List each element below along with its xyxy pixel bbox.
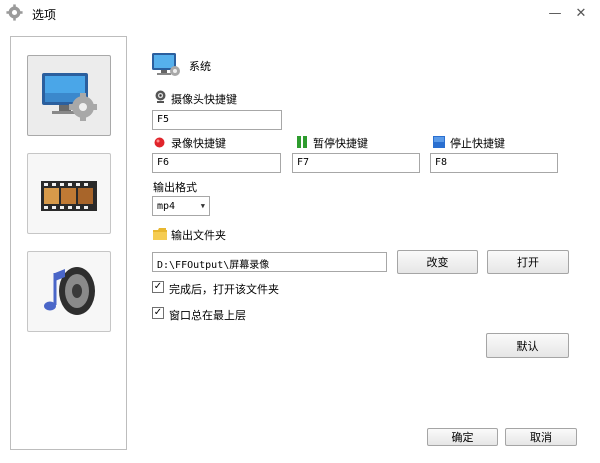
category-sidebar <box>10 36 127 450</box>
sidebar-item-audio[interactable] <box>27 251 111 332</box>
window-title: 选项 <box>32 8 57 22</box>
pause-hotkey-input[interactable]: F7 <box>292 153 420 173</box>
system-settings-icon <box>42 72 97 121</box>
open-after-label: 完成后，打开该文件夹 <box>169 283 279 296</box>
camera-hotkey-label: 摄像头快捷键 <box>171 93 237 106</box>
chevron-down-icon: ▼ <box>200 202 205 210</box>
default-button[interactable]: 默认 <box>486 333 569 358</box>
record-hotkey-label: 录像快捷键 <box>171 137 226 150</box>
sidebar-item-video[interactable] <box>27 153 111 234</box>
title-bar: 选项 — ✕ <box>0 0 600 26</box>
record-hotkey-input[interactable]: F6 <box>152 153 281 173</box>
cancel-button[interactable]: 取消 <box>505 428 577 446</box>
open-folder-button[interactable]: 打开 <box>487 250 569 274</box>
stop-square-icon <box>433 136 445 148</box>
output-format-select[interactable]: mp4 ▼ <box>152 196 210 216</box>
folder-icon <box>153 228 167 240</box>
monitor-icon <box>152 53 180 76</box>
speaker-music-icon <box>44 266 95 315</box>
pause-icon <box>297 136 307 148</box>
pause-hotkey-label: 暂停快捷键 <box>313 137 368 150</box>
always-on-top-label: 窗口总在最上层 <box>169 309 246 322</box>
webcam-icon <box>155 90 166 103</box>
camera-hotkey-input[interactable]: F5 <box>152 110 282 130</box>
stop-hotkey-label: 停止快捷键 <box>450 137 505 150</box>
ok-button[interactable]: 确定 <box>427 428 498 446</box>
record-dot-icon <box>154 137 165 148</box>
check-mark-icon: ✓ <box>153 307 163 318</box>
open-after-checkbox[interactable]: ✓ <box>152 281 164 293</box>
stop-hotkey-input[interactable]: F8 <box>430 153 558 173</box>
output-folder-path-input[interactable]: D:\FFOutput\屏幕录像 <box>152 252 387 272</box>
output-folder-label: 输出文件夹 <box>171 229 226 242</box>
close-icon: ✕ <box>575 5 587 21</box>
minimize-icon: — <box>548 5 562 21</box>
film-reel-icon <box>41 180 97 211</box>
section-title: 系统 <box>189 60 211 73</box>
output-format-label: 输出格式 <box>153 181 197 194</box>
always-on-top-checkbox[interactable]: ✓ <box>152 307 164 319</box>
close-button[interactable]: ✕ <box>570 3 592 23</box>
sidebar-item-system[interactable] <box>27 55 111 136</box>
minimize-button[interactable]: — <box>544 3 566 23</box>
output-format-value: mp4 <box>157 200 176 212</box>
change-folder-button[interactable]: 改变 <box>397 250 478 274</box>
gear-icon <box>6 4 23 21</box>
check-mark-icon: ✓ <box>153 281 163 292</box>
